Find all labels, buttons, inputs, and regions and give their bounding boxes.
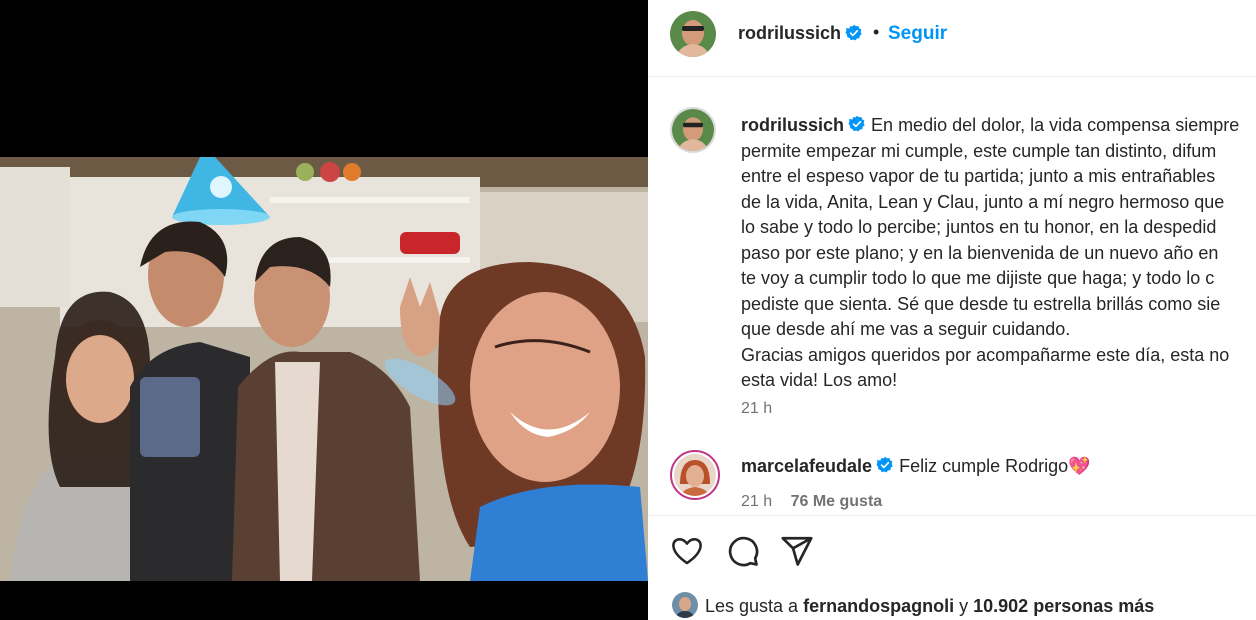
caption-text: rodrilussich En medio del dolor, la vida… (741, 113, 1256, 394)
caption-line: pediste que sienta. Sé que desde tu estr… (741, 293, 1221, 314)
caption-line: entre el espeso vapor de tu partida; jun… (741, 166, 1216, 186)
liker-avatar[interactable] (672, 592, 698, 618)
commenter-username[interactable]: marcelafeudale (741, 456, 872, 476)
likes-prefix: Les gusta a (705, 596, 799, 616)
separator-dot: • (873, 22, 880, 42)
caption-timestamp[interactable]: 21 h (741, 400, 772, 418)
likes-connector: y (959, 596, 969, 616)
follow-button[interactable]: Seguir (888, 23, 947, 45)
comment-text: marcelafeudale Feliz cumple Rodrigo💖 (741, 456, 1091, 477)
comment-likes-count[interactable]: 76 Me gusta (791, 493, 883, 510)
section-divider (648, 515, 1256, 516)
caption-author-avatar[interactable] (670, 107, 716, 153)
post-details-pane: rodrilussich • Seguir rodrilussich En me… (648, 0, 1256, 620)
paper-plane-icon (781, 536, 813, 566)
comment-button[interactable] (726, 534, 762, 570)
caption-line: lo sabe y todo lo percibe; juntos en tu … (741, 217, 1217, 237)
caption-author-username[interactable]: rodrilussich (741, 115, 844, 135)
verified-badge-icon (845, 24, 862, 41)
likes-text: Les gusta a fernandospagnoli y 10.902 pe… (705, 596, 1154, 617)
liker-username[interactable]: fernandospagnoli (803, 596, 954, 616)
sparkling-heart-icon: 💖 (1068, 456, 1091, 476)
post-header: rodrilussich • Seguir (648, 0, 1256, 77)
post-photo[interactable] (0, 157, 648, 581)
author-avatar[interactable] (670, 11, 716, 57)
caption-line: permite empezar mi cumple, este cumple t… (741, 140, 1217, 161)
heart-icon (672, 538, 702, 565)
author-username[interactable]: rodrilussich (738, 23, 841, 44)
comment-item: marcelafeudale Feliz cumple Rodrigo💖 21 … (648, 448, 1256, 518)
comment-meta: 21 h 76 Me gusta (741, 493, 882, 511)
caption-line: Gracias amigos queridos por acompañarme … (741, 344, 1230, 365)
caption-line: rodrilussich En medio del dolor, la vida… (741, 113, 1256, 139)
likes-others[interactable]: 10.902 personas más (973, 596, 1154, 616)
caption-line: que desde ahí me vas a seguir cuidando. (741, 319, 1071, 339)
comment-timestamp[interactable]: 21 h (741, 493, 772, 510)
caption-line: de la vida, Anita, Lean y Clau, junto a … (741, 191, 1225, 212)
verified-badge-icon (876, 456, 893, 473)
verified-badge-icon (848, 115, 865, 132)
comment-body: Feliz cumple Rodrigo (899, 456, 1069, 476)
commenter-avatar[interactable] (670, 450, 720, 500)
share-button[interactable] (780, 534, 816, 570)
like-button[interactable] (670, 534, 706, 570)
post-media[interactable] (0, 0, 648, 620)
caption-line: te voy a cumplir todo lo que me dijiste … (741, 268, 1215, 288)
caption-line: paso por este plano; y en la bienvenida … (741, 242, 1219, 263)
comment-bubble-icon (728, 536, 759, 567)
caption-line-text: En medio del dolor, la vida compensa sie… (871, 115, 1240, 135)
caption-line: esta vida! Los amo! (741, 370, 898, 390)
